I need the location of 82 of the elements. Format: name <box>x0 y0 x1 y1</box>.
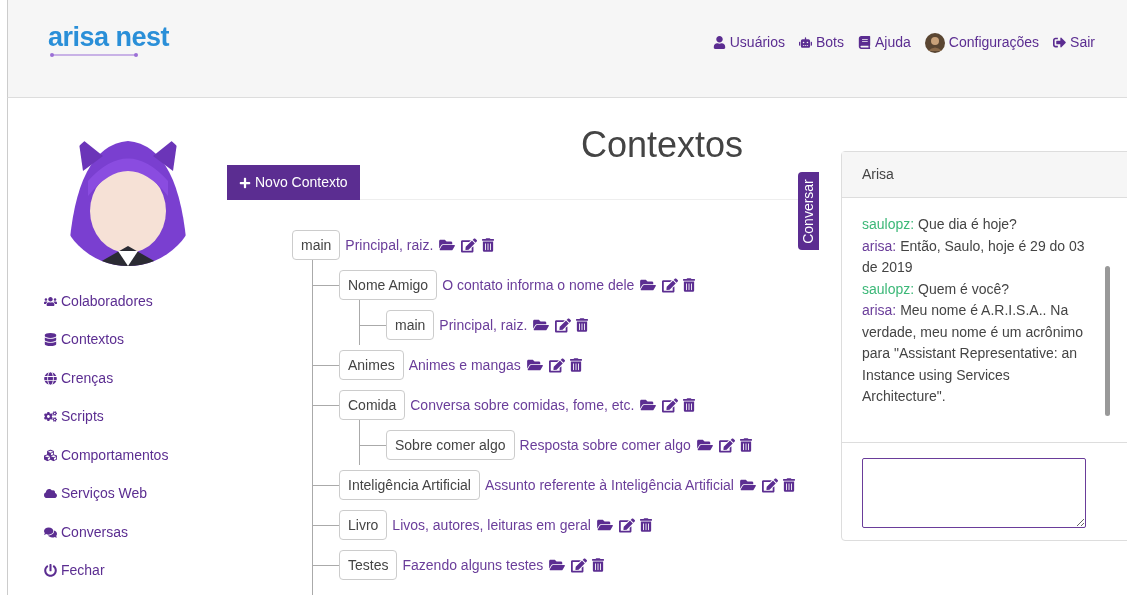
trash-icon[interactable] <box>576 318 589 332</box>
edit-icon[interactable] <box>571 557 588 573</box>
context-description: Resposta sobre comer algo <box>519 435 691 455</box>
edit-icon[interactable] <box>662 397 679 413</box>
folder-icon[interactable] <box>548 558 567 572</box>
edit-icon[interactable] <box>718 437 735 453</box>
nav-link[interactable]: Ajuda <box>858 32 911 53</box>
edit-icon[interactable] <box>662 277 679 293</box>
sidebar-link[interactable]: Conversas <box>44 513 214 552</box>
edit-icon[interactable] <box>461 237 478 253</box>
trash-icon[interactable] <box>592 558 605 572</box>
page-title: Contextos <box>580 125 743 165</box>
context-name: Comida <box>339 390 406 420</box>
context-description: Animes e mangas <box>408 355 521 375</box>
sidebar-link[interactable]: Serviços Web <box>44 474 214 513</box>
users-icon <box>44 294 57 308</box>
nav-link[interactable]: Usuários <box>712 32 785 53</box>
user-icon <box>712 36 726 49</box>
message-input[interactable] <box>862 458 1086 528</box>
folder-icon[interactable] <box>595 518 614 532</box>
edit-icon[interactable] <box>618 517 635 533</box>
globe-icon <box>44 371 57 385</box>
sidebar-link[interactable]: Colaboradores <box>44 282 214 321</box>
chat-bubbles-icon <box>44 525 57 539</box>
chat-message: saulopz: Que dia é hoje? <box>862 215 1018 234</box>
trash-icon[interactable] <box>639 518 652 532</box>
cloud-icon <box>44 487 57 501</box>
robot-icon <box>799 36 812 49</box>
trash-icon[interactable] <box>683 278 696 292</box>
chat-message: arisa: Meu nome é A.R.I.S.A.. Na verdade, meu nome é um acrônimo para "Assistant Representative: an Instance using Services Architecture". <box>862 301 1084 406</box>
context-description: Principal, raiz. <box>345 235 434 255</box>
cubes-icon <box>44 448 57 462</box>
sidebar-link[interactable]: Crenças <box>44 359 214 398</box>
sign-out-icon <box>1053 36 1067 49</box>
nav-link[interactable]: Configurações <box>924 32 1040 53</box>
context-name: Livro <box>339 510 388 540</box>
folder-icon[interactable] <box>739 478 757 492</box>
trash-icon[interactable] <box>739 438 752 452</box>
context-name: Testes <box>339 550 398 580</box>
context-name: main <box>386 310 435 340</box>
context-description: O contato informa o nome dele <box>442 275 635 295</box>
trash-icon[interactable] <box>482 238 495 252</box>
context-name: Inteligência Artificial <box>339 470 480 500</box>
context-description: Livos, autores, leituras em geral <box>392 515 591 535</box>
trash-icon[interactable] <box>783 478 795 492</box>
logo-underline-icon <box>49 52 139 58</box>
nav-link[interactable]: Sair <box>1053 32 1095 53</box>
context-name: Nome Amigo <box>339 270 438 300</box>
context-description: Conversa sobre comidas, fome, etc. <box>410 395 635 415</box>
folder-icon[interactable] <box>438 238 457 252</box>
trash-icon[interactable] <box>683 398 696 412</box>
context-name: main <box>292 230 341 260</box>
chat-message: saulopz: Quem é você? <box>862 279 1011 299</box>
folder-icon[interactable] <box>639 278 658 292</box>
sidebar-link[interactable]: Contextos <box>44 320 214 359</box>
context-name: Sobre comer algo <box>386 430 515 460</box>
new-context-button[interactable]: Novo Contexto <box>227 165 360 200</box>
power-icon <box>44 564 57 578</box>
database-icon <box>44 333 57 347</box>
folder-icon[interactable] <box>695 438 714 452</box>
nav-link[interactable]: Bots <box>799 32 844 53</box>
sidebar-link[interactable]: Comportamentos <box>44 436 214 475</box>
chat-tab[interactable]: Conversar <box>798 172 819 250</box>
context-name: Animes <box>339 350 404 380</box>
avatar-icon <box>924 32 945 53</box>
context-description: Principal, raiz. <box>439 315 528 335</box>
book-icon <box>858 36 871 49</box>
chat-message: arisa: Então, Saulo, hoje é 29 do 03 de 2019 <box>862 236 1086 277</box>
edit-icon[interactable] <box>555 317 572 333</box>
sidebar-link[interactable]: Fechar <box>44 551 214 590</box>
plus-icon <box>239 176 251 189</box>
sidebar-link[interactable]: Scripts <box>44 397 214 436</box>
folder-icon[interactable] <box>639 398 658 412</box>
folder-icon[interactable] <box>532 318 551 332</box>
trash-icon[interactable] <box>569 358 582 372</box>
context-description: Assunto referente à Inteligência Artificial <box>484 475 734 495</box>
edit-icon[interactable] <box>548 357 565 373</box>
context-description: Fazendo alguns testes <box>402 555 544 575</box>
folder-icon[interactable] <box>525 358 544 372</box>
gears-icon <box>44 410 57 424</box>
chat-title: Arisa <box>862 165 894 184</box>
edit-icon[interactable] <box>762 477 778 493</box>
